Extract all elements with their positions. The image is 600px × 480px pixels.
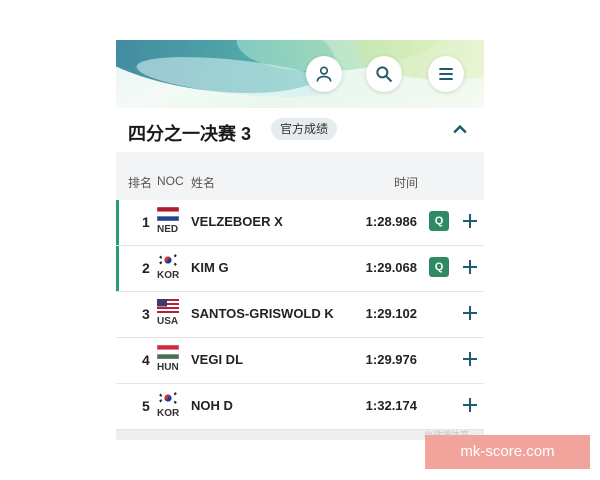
noc-header: NOC: [157, 174, 184, 188]
results-screen: 四分之一决赛 3 官方成绩 排名 NOC 姓名 时间 1 NED VELZEBO…: [116, 40, 484, 440]
time-cell: 1:29.068: [365, 260, 417, 275]
expand-plus-icon[interactable]: [462, 213, 478, 229]
time-header: 时间: [394, 176, 419, 190]
hungary-flag-icon: [157, 345, 179, 359]
korea-flag-icon: [157, 253, 179, 267]
table-row[interactable]: 1 NED VELZEBOER X 1:28.986 Q: [116, 200, 484, 246]
rank-cell: 3: [142, 306, 150, 322]
menu-button[interactable]: [428, 56, 464, 92]
table-row[interactable]: 3 USA SANTOS-GRISWOLD K 1:29.102: [116, 292, 484, 338]
column-headers: 排名 NOC 姓名 时间: [116, 152, 484, 200]
expand-plus-icon[interactable]: [462, 259, 478, 275]
table-row[interactable]: 4 HUN VEGI DL 1:29.976: [116, 338, 484, 384]
person-icon: [316, 66, 332, 82]
usa-flag-icon: [157, 299, 179, 313]
athlete-name[interactable]: VELZEBOER X: [191, 214, 283, 229]
qualified-badge: Q: [429, 257, 449, 277]
noc-cell: NED: [157, 224, 179, 235]
menu-icon: [439, 68, 453, 80]
noc-cell: KOR: [157, 270, 180, 281]
section-header[interactable]: 四分之一决赛 3 官方成绩: [116, 108, 484, 152]
name-header: 姓名: [191, 176, 216, 190]
official-results-badge: 官方成绩: [271, 118, 338, 140]
noc-cell: KOR: [157, 408, 180, 419]
noc-cell: USA: [157, 316, 179, 327]
rank-cell: 1: [142, 214, 150, 230]
rank-cell: 5: [142, 398, 150, 414]
search-icon: [376, 66, 393, 83]
rank-header: 排名: [128, 176, 153, 190]
profile-button[interactable]: [306, 56, 342, 92]
athlete-name[interactable]: KIM G: [191, 260, 229, 275]
noc-cell: HUN: [157, 362, 179, 373]
expand-plus-icon[interactable]: [462, 351, 478, 367]
header-banner: [116, 40, 484, 108]
expand-plus-icon[interactable]: [462, 397, 478, 413]
search-button[interactable]: [366, 56, 402, 92]
expand-plus-icon[interactable]: [462, 305, 478, 321]
time-cell: 1:29.102: [365, 306, 417, 321]
time-cell: 1:28.986: [365, 214, 417, 229]
athlete-name[interactable]: VEGI DL: [191, 352, 243, 367]
athlete-name[interactable]: SANTOS-GRISWOLD K: [191, 306, 334, 321]
qualified-badge: Q: [429, 211, 449, 231]
korea-flag-icon: [157, 391, 179, 405]
rank-cell: 2: [142, 260, 150, 276]
time-cell: 1:29.976: [365, 352, 417, 367]
chevron-up-icon[interactable]: [450, 120, 470, 140]
site-label: mk-score.com: [425, 435, 590, 469]
section-title: 四分之一决赛 3: [128, 124, 252, 144]
rank-cell: 4: [142, 352, 150, 368]
netherlands-flag-icon: [157, 207, 179, 221]
time-cell: 1:32.174: [365, 398, 417, 413]
athlete-name[interactable]: NOH D: [191, 398, 233, 413]
table-row[interactable]: 2 KOR KIM G 1:29.068 Q: [116, 246, 484, 292]
table-row[interactable]: 5 KOR NOH D 1:32.174: [116, 384, 484, 430]
